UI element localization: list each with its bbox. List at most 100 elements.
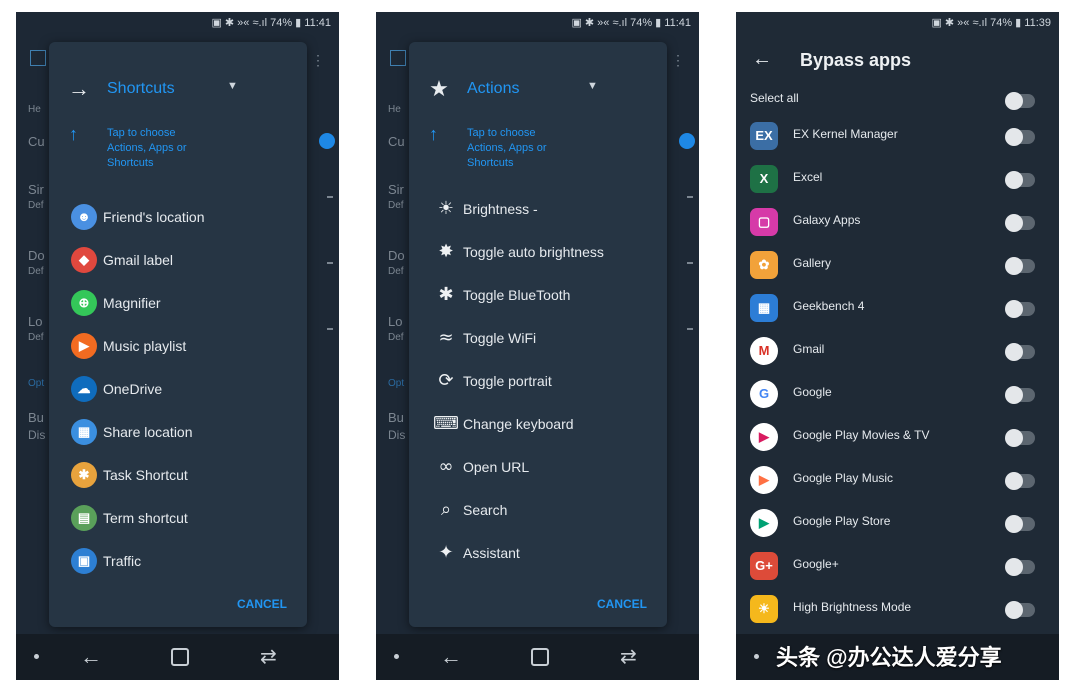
traffic-icon: ▣: [71, 548, 97, 574]
bypass-toggle[interactable]: [1005, 472, 1035, 490]
dialog-title: Actions: [467, 80, 520, 97]
back-icon[interactable]: ←: [80, 644, 102, 670]
app-row[interactable]: ✿ Gallery: [736, 245, 1059, 288]
home-icon[interactable]: [171, 648, 189, 666]
wifi-icon: ≈: [438, 327, 454, 348]
actions-dialog: ★ Actions ▼ ↑ Tap to choose Actions, App…: [409, 42, 667, 627]
action-item[interactable]: ⌨ Change keyboard: [429, 409, 665, 441]
bypass-toggle[interactable]: [1005, 558, 1035, 576]
shortcut-item[interactable]: ☁ OneDrive: [71, 374, 307, 406]
app-row[interactable]: ☀ High Brightness Mode: [736, 589, 1059, 632]
music-playlist-icon: ▶: [71, 333, 97, 359]
recent-apps-icon[interactable]: ⇄: [260, 644, 277, 668]
share-location-icon: ▦: [71, 419, 97, 445]
shortcut-item[interactable]: ✱ Task Shortcut: [71, 460, 307, 492]
app-row[interactable]: X Excel: [736, 159, 1059, 202]
bypass-toggle[interactable]: [1005, 257, 1035, 275]
bg-line: [327, 328, 333, 330]
dropdown-caret-icon[interactable]: ▼: [587, 80, 598, 92]
app-label: High Brightness Mode: [793, 600, 912, 614]
app-row[interactable]: G Google: [736, 374, 1059, 417]
magnifier-icon: ⊕: [71, 290, 97, 316]
action-label: Change keyboard: [463, 416, 574, 432]
nav-dot-icon: [394, 654, 399, 659]
status-bar: ▣ ✱ »« ≈.ıl 74% ▮ 11:39: [931, 17, 1051, 29]
arrow-up-icon: ↑: [429, 124, 438, 144]
gallery-icon: ✿: [750, 251, 778, 279]
app-label: Gallery: [793, 256, 832, 270]
bg-label: Bu: [28, 410, 44, 425]
bypass-toggle[interactable]: [1005, 515, 1035, 533]
phone-bypass-apps: ▣ ✱ »« ≈.ıl 74% ▮ 11:39 ← Bypass apps Se…: [736, 12, 1059, 680]
shortcut-item[interactable]: ☻ Friend's location: [71, 202, 307, 234]
action-item[interactable]: ✦ Assistant: [429, 538, 665, 570]
action-item[interactable]: ✱ Toggle BlueTooth: [429, 280, 665, 312]
bypass-toggle[interactable]: [1005, 601, 1035, 619]
app-row[interactable]: G+ Google+: [736, 546, 1059, 589]
select-all-toggle[interactable]: [1005, 92, 1035, 110]
action-item[interactable]: ∞ Open URL: [429, 452, 665, 484]
bg-label: Do: [28, 248, 45, 263]
bg-label: Opt: [388, 378, 405, 389]
bypass-toggle[interactable]: [1005, 300, 1035, 318]
onedrive-icon: ☁: [71, 376, 97, 402]
dropdown-caret-icon[interactable]: ▼: [227, 80, 238, 92]
cancel-button[interactable]: CANCEL: [597, 597, 647, 611]
bypass-toggle[interactable]: [1005, 343, 1035, 361]
google-plus-icon: G+: [750, 552, 778, 580]
high-brightness-icon: ☀: [750, 595, 778, 623]
phone-actions: ▣ ✱ »« ≈.ıl 74% ▮ 11:41 ⋮ He Cu Sir Def …: [376, 12, 699, 680]
shortcut-label: Traffic: [103, 553, 142, 569]
action-item[interactable]: ☀ Brightness -: [429, 194, 665, 226]
dialog-header[interactable]: ★ Actions ▼: [427, 74, 649, 104]
app-row[interactable]: EX EX Kernel Manager: [736, 116, 1059, 159]
bg-line: [687, 196, 693, 198]
back-icon[interactable]: ←: [440, 644, 462, 670]
shortcut-item[interactable]: ▤ Term shortcut: [71, 503, 307, 535]
bypass-toggle[interactable]: [1005, 128, 1035, 146]
shortcut-label: OneDrive: [103, 381, 163, 397]
shortcut-label: Task Shortcut: [103, 467, 188, 483]
bg-line: [327, 196, 333, 198]
shortcut-item[interactable]: ▦ Share location: [71, 417, 307, 449]
overflow-menu-icon[interactable]: ⋮: [311, 52, 325, 69]
dialog-header[interactable]: → Shortcuts ▼: [67, 74, 289, 104]
bg-toggle: [679, 133, 695, 149]
shortcut-item[interactable]: ▶ Music playlist: [71, 331, 307, 363]
app-logo-icon: [390, 50, 406, 66]
keyboard-icon: ⌨: [433, 413, 459, 434]
home-icon[interactable]: [531, 648, 549, 666]
overflow-menu-icon[interactable]: ⋮: [671, 52, 685, 69]
action-item[interactable]: ≈ Toggle WiFi: [429, 323, 665, 355]
shortcut-item[interactable]: ◆ Gmail label: [71, 245, 307, 277]
status-bar: ▣ ✱ »« ≈.ıl 74% ▮ 11:41: [211, 17, 331, 29]
cancel-button[interactable]: CANCEL: [237, 597, 287, 611]
bg-label: Def: [388, 332, 404, 343]
task-shortcut-icon: ✱: [71, 462, 97, 488]
bypass-toggle[interactable]: [1005, 386, 1035, 404]
app-row[interactable]: ▶ Google Play Music: [736, 460, 1059, 503]
app-row[interactable]: M Gmail: [736, 331, 1059, 374]
app-row[interactable]: ▦ Geekbench 4: [736, 288, 1059, 331]
excel-icon: X: [750, 165, 778, 193]
shortcut-item[interactable]: ⊕ Magnifier: [71, 288, 307, 320]
back-arrow-icon[interactable]: ←: [752, 48, 772, 71]
app-row[interactable]: ▶ Google Play Movies & TV: [736, 417, 1059, 460]
nav-bar: ← ⇄: [16, 634, 339, 680]
auto-brightness-icon: ✸: [438, 241, 454, 262]
action-item[interactable]: ⟳ Toggle portrait: [429, 366, 665, 398]
bypass-toggle[interactable]: [1005, 171, 1035, 189]
bypass-toggle[interactable]: [1005, 429, 1035, 447]
bg-label: Def: [388, 266, 404, 277]
app-row[interactable]: ▶ Google Play Store: [736, 503, 1059, 546]
select-all-label: Select all: [750, 91, 799, 105]
recent-apps-icon[interactable]: ⇄: [620, 644, 637, 668]
app-row[interactable]: ▢ Galaxy Apps: [736, 202, 1059, 245]
action-item[interactable]: ✸ Toggle auto brightness: [429, 237, 665, 269]
app-label: Google+: [793, 557, 839, 571]
shortcut-item[interactable]: ▣ Traffic: [71, 546, 307, 578]
bypass-toggle[interactable]: [1005, 214, 1035, 232]
bg-label: Lo: [28, 314, 43, 329]
action-item[interactable]: ⌕ Search: [429, 495, 665, 527]
hint-text: Tap to choose Actions, Apps or Shortcuts: [467, 127, 547, 169]
